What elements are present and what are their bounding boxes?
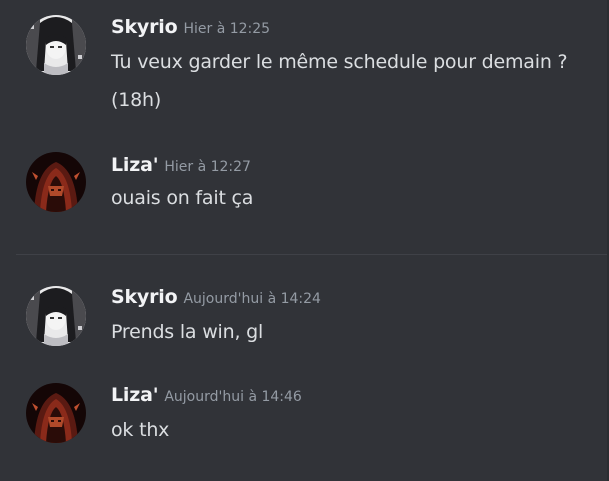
avatar-liza[interactable]: [26, 152, 86, 212]
message-item[interactable]: Liza' Aujourd'hui à 14:46 ok thx: [0, 370, 609, 460]
timestamp[interactable]: Aujourd'hui à 14:24: [183, 291, 320, 307]
chat-messages-pane: Skyrio Hier à 12:25 Tu veux garder le mêm…: [0, 0, 609, 481]
hooded-figure-avatar-icon: [26, 383, 86, 443]
anime-girl-avatar-icon: [26, 15, 86, 75]
message-header: Skyrio Aujourd'hui à 14:24: [111, 286, 321, 308]
message-item[interactable]: Skyrio Aujourd'hui à 14:24 Prends la win,…: [0, 272, 609, 362]
timestamp[interactable]: Hier à 12:27: [164, 159, 251, 175]
author-name[interactable]: Skyrio: [111, 16, 178, 38]
message-content: Tu veux garder le même schedule pour dem…: [111, 46, 601, 116]
message-content: ok thx: [111, 414, 601, 446]
message-line: (18h): [111, 89, 162, 111]
message-item[interactable]: Skyrio Hier à 12:25 Tu veux garder le mêm…: [0, 0, 609, 130]
author-name[interactable]: Liza': [111, 384, 159, 406]
hooded-figure-avatar-icon: [26, 152, 86, 212]
message-line: ok thx: [111, 419, 170, 441]
message-header: Liza' Aujourd'hui à 14:46: [111, 384, 302, 406]
author-name[interactable]: Skyrio: [111, 286, 178, 308]
message-content: ouais on fait ça: [111, 182, 601, 214]
avatar-skyrio[interactable]: [26, 15, 86, 75]
message-header: Liza' Hier à 12:27: [111, 154, 251, 176]
message-header: Skyrio Hier à 12:25: [111, 16, 270, 38]
message-line: Prends la win, gl: [111, 321, 264, 343]
avatar-skyrio[interactable]: [26, 286, 86, 346]
avatar-liza[interactable]: [26, 383, 86, 443]
message-content: Prends la win, gl: [111, 316, 601, 348]
message-item[interactable]: Liza' Hier à 12:27 ouais on fait ça: [0, 140, 609, 230]
timestamp[interactable]: Hier à 12:25: [183, 21, 270, 37]
message-line: Tu veux garder le même schedule pour dem…: [111, 51, 568, 73]
date-divider: [16, 254, 609, 255]
anime-girl-avatar-icon: [26, 286, 86, 346]
message-line: ouais on fait ça: [111, 187, 254, 209]
timestamp[interactable]: Aujourd'hui à 14:46: [164, 389, 301, 405]
author-name[interactable]: Liza': [111, 154, 159, 176]
